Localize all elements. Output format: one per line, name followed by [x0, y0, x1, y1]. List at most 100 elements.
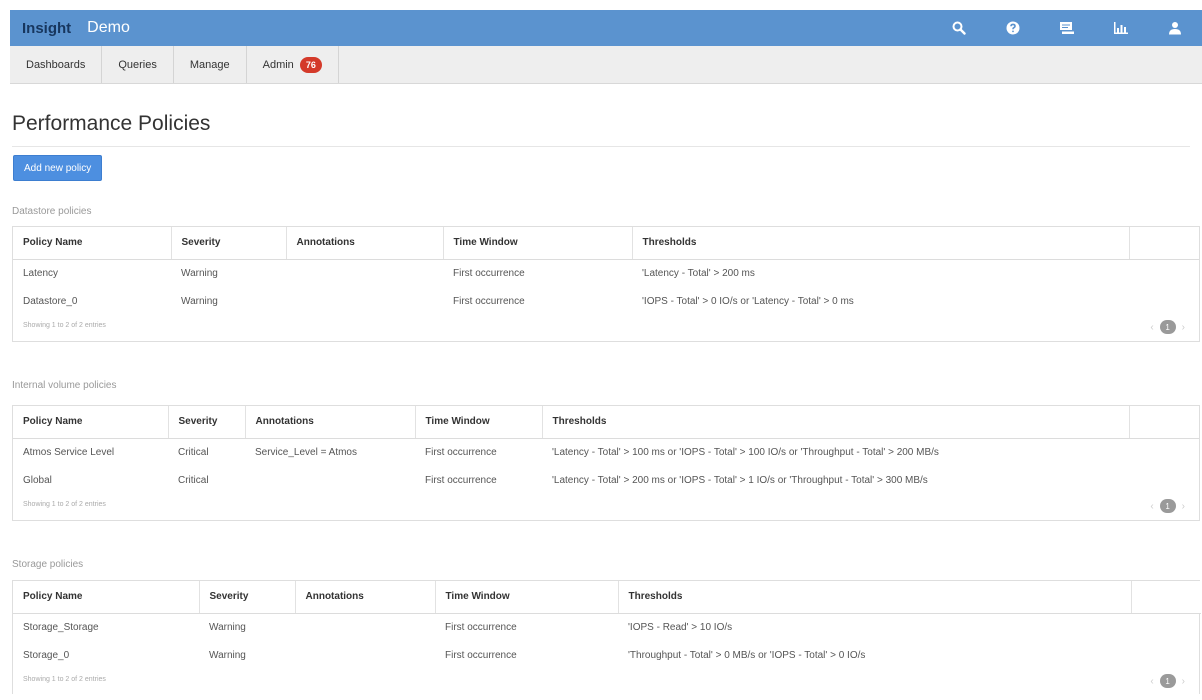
pager-page-button[interactable]: 1: [1159, 499, 1176, 513]
table-footer: Showing 1 to 2 of 2 entries ‹ 1 ›: [13, 315, 1199, 341]
column-header-time-window[interactable]: Time Window: [415, 406, 543, 439]
column-header-actions: [1129, 406, 1199, 439]
pagination: ‹ 1 ›: [1150, 320, 1185, 334]
cell-thresholds: 'Throughput - Total' > 0 MB/s or 'IOPS -…: [628, 649, 866, 661]
cell-thresholds: 'Latency - Total' > 200 ms or 'IOPS - To…: [552, 474, 928, 486]
cell-severity: Warning: [181, 295, 218, 307]
entries-info: Showing 1 to 2 of 2 entries: [23, 322, 106, 329]
pagination: ‹ 1 ›: [1150, 674, 1185, 688]
cell-time-window: First occurrence: [425, 446, 497, 458]
cell-thresholds: 'IOPS - Total' > 0 IO/s or 'Latency - To…: [642, 295, 854, 307]
main-nav: Dashboards Queries Manage Admin 76: [10, 46, 1202, 84]
table-footer: Showing 1 to 2 of 2 entries ‹ 1 ›: [13, 669, 1199, 694]
user-icon[interactable]: [1148, 10, 1202, 46]
column-header-severity[interactable]: Severity: [168, 406, 246, 439]
table-row[interactable]: Storage_0 Warning First occurrence 'Thro…: [13, 641, 1201, 669]
table-row[interactable]: Latency Warning First occurrence 'Latenc…: [13, 259, 1199, 287]
add-new-policy-button[interactable]: Add new policy: [13, 155, 103, 181]
column-header-thresholds[interactable]: Thresholds: [632, 227, 1130, 260]
pager-page-button[interactable]: 1: [1159, 320, 1176, 334]
cell-annotations: Service_Level = Atmos: [255, 446, 357, 458]
top-icons: [932, 10, 1202, 46]
cell-thresholds: 'Latency - Total' > 100 ms or 'IOPS - To…: [552, 446, 939, 458]
pager-prev-button[interactable]: ‹: [1150, 501, 1153, 512]
entries-info: Showing 1 to 2 of 2 entries: [23, 676, 106, 683]
pager-next-button[interactable]: ›: [1182, 501, 1185, 512]
pager-prev-button[interactable]: ‹: [1150, 322, 1153, 333]
table-row[interactable]: Storage_Storage Warning First occurrence…: [13, 613, 1201, 641]
pager-page-button[interactable]: 1: [1159, 674, 1176, 688]
nav-label: Queries: [118, 58, 157, 71]
column-header-policy-name[interactable]: Policy Name: [13, 581, 200, 614]
section-label-storage: Storage policies: [12, 559, 84, 570]
internal-volume-policies-table: Policy Name Severity Annotations Time Wi…: [13, 406, 1199, 494]
nav-label: Admin: [262, 58, 294, 71]
cell-severity: Warning: [181, 267, 218, 279]
cell-annotations: [286, 259, 443, 287]
section-label-internal-volume: Internal volume policies: [12, 380, 117, 391]
storage-policies-panel: Policy Name Severity Annotations Time Wi…: [12, 580, 1201, 694]
column-header-annotations[interactable]: Annotations: [295, 581, 436, 614]
nav-admin[interactable]: Admin 76: [247, 46, 339, 83]
cell-annotations: [295, 613, 435, 641]
column-header-time-window[interactable]: Time Window: [443, 227, 633, 260]
column-header-policy-name[interactable]: Policy Name: [13, 227, 172, 260]
table-row[interactable]: Global Critical First occurrence 'Latenc…: [13, 466, 1199, 494]
pager-prev-button[interactable]: ‹: [1150, 676, 1153, 687]
table-footer: Showing 1 to 2 of 2 entries ‹ 1 ›: [13, 494, 1199, 520]
cell-actions: [1131, 613, 1201, 641]
cell-actions: [1129, 259, 1199, 287]
cell-policy-name: Atmos Service Level: [23, 446, 115, 458]
cell-time-window: First occurrence: [453, 267, 525, 279]
storage-policies-table: Policy Name Severity Annotations Time Wi…: [13, 581, 1201, 669]
pager-next-button[interactable]: ›: [1182, 676, 1185, 687]
nav-dashboards[interactable]: Dashboards: [10, 46, 103, 83]
cell-severity: Critical: [178, 474, 209, 486]
column-header-severity[interactable]: Severity: [199, 581, 296, 614]
nav-label: Dashboards: [26, 58, 86, 71]
column-header-severity[interactable]: Severity: [171, 227, 287, 260]
cell-policy-name: Storage_Storage: [23, 621, 99, 633]
nav-queries[interactable]: Queries: [102, 46, 174, 83]
chart-icon[interactable]: [1094, 10, 1148, 46]
column-header-actions: [1131, 581, 1201, 614]
column-header-time-window[interactable]: Time Window: [435, 581, 619, 614]
column-header-thresholds[interactable]: Thresholds: [618, 581, 1132, 614]
table-row[interactable]: Atmos Service Level Critical Service_Lev…: [13, 438, 1199, 466]
chat-icon[interactable]: [1040, 10, 1094, 46]
top-strip: [0, 0, 1202, 10]
page-title: Performance Policies: [12, 112, 211, 135]
internal-volume-policies-panel: Policy Name Severity Annotations Time Wi…: [12, 405, 1200, 521]
table-header-row: Policy Name Severity Annotations Time Wi…: [13, 227, 1199, 260]
cell-actions: [1129, 466, 1199, 494]
datastore-policies-panel: Policy Name Severity Annotations Time Wi…: [12, 226, 1200, 342]
pager-next-button[interactable]: ›: [1182, 322, 1185, 333]
cell-time-window: First occurrence: [445, 621, 517, 633]
cell-thresholds: 'Latency - Total' > 200 ms: [642, 267, 755, 279]
cell-severity: Warning: [209, 649, 246, 661]
product-name: Demo: [87, 19, 130, 36]
cell-policy-name: Global: [23, 474, 52, 486]
cell-thresholds: 'IOPS - Read' > 10 IO/s: [628, 621, 733, 633]
admin-badge: 76: [299, 56, 322, 73]
cell-severity: Critical: [178, 446, 209, 458]
top-bar: Insight Demo: [10, 10, 1202, 46]
help-icon[interactable]: [986, 10, 1040, 46]
nav-manage[interactable]: Manage: [174, 46, 247, 83]
column-header-policy-name[interactable]: Policy Name: [13, 406, 169, 439]
cell-actions: [1129, 287, 1199, 315]
column-header-actions: [1129, 227, 1199, 260]
column-header-thresholds[interactable]: Thresholds: [542, 406, 1130, 439]
table-header-row: Policy Name Severity Annotations Time Wi…: [13, 581, 1201, 614]
datastore-policies-table: Policy Name Severity Annotations Time Wi…: [13, 227, 1199, 315]
column-header-annotations[interactable]: Annotations: [245, 406, 416, 439]
cell-policy-name: Latency: [23, 267, 59, 279]
table-row[interactable]: Datastore_0 Warning First occurrence 'IO…: [13, 287, 1199, 315]
search-icon[interactable]: [932, 10, 986, 46]
cell-policy-name: Datastore_0: [23, 295, 78, 307]
cell-severity: Warning: [209, 621, 246, 633]
brand-name[interactable]: Insight: [10, 20, 71, 37]
table-header-row: Policy Name Severity Annotations Time Wi…: [13, 406, 1199, 439]
column-header-annotations[interactable]: Annotations: [286, 227, 444, 260]
cell-time-window: First occurrence: [445, 649, 517, 661]
